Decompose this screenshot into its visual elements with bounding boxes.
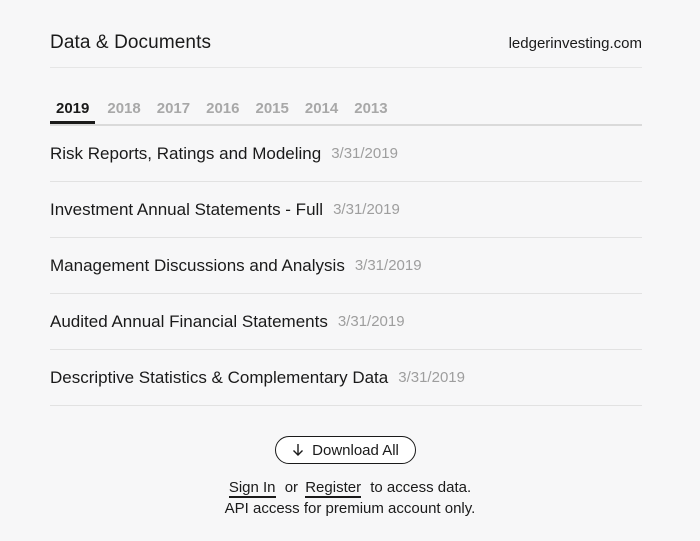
document-link[interactable]: Audited Annual Financial Statements: [50, 312, 328, 332]
api-note: API access for premium account only.: [224, 500, 476, 517]
document-row: Descriptive Statistics & Complementary D…: [50, 350, 642, 406]
document-link[interactable]: Risk Reports, Ratings and Modeling: [50, 144, 321, 164]
document-list: Risk Reports, Ratings and Modeling 3/31/…: [50, 126, 642, 406]
download-all-button[interactable]: Download All: [275, 436, 416, 464]
site-domain: ledgerinvesting.com: [508, 34, 642, 52]
document-row: Management Discussions and Analysis 3/31…: [50, 238, 642, 294]
document-date: 3/31/2019: [333, 201, 400, 218]
year-tabs: 2019 2018 2017 2016 2015 2014 2013: [50, 96, 642, 126]
document-link[interactable]: Descriptive Statistics & Complementary D…: [50, 368, 388, 388]
document-row: Investment Annual Statements - Full 3/31…: [50, 182, 642, 238]
document-date: 3/31/2019: [331, 145, 398, 162]
panel-header: Data & Documents ledgerinvesting.com: [50, 28, 642, 58]
document-link[interactable]: Management Discussions and Analysis: [50, 256, 345, 276]
document-date: 3/31/2019: [337, 313, 405, 330]
access-note: Sign In or Register to access data. API …: [0, 477, 700, 519]
download-all-label: Download All: [312, 441, 399, 459]
document-row: Risk Reports, Ratings and Modeling 3/31/…: [50, 126, 642, 182]
tab-2017[interactable]: 2017: [157, 96, 190, 124]
tab-2018[interactable]: 2018: [107, 96, 140, 124]
document-date: 3/31/2019: [354, 257, 422, 274]
tab-2016[interactable]: 2016: [206, 96, 239, 124]
tab-2019[interactable]: 2019: [50, 96, 96, 124]
access-suffix: to access data.: [370, 479, 472, 496]
document-row: Audited Annual Financial Statements 3/31…: [50, 294, 642, 350]
document-date: 3/31/2019: [398, 369, 465, 386]
tab-2014[interactable]: 2014: [305, 96, 338, 124]
data-documents-panel: Data & Documents ledgerinvesting.com 201…: [0, 0, 700, 541]
panel-title: Data & Documents: [50, 32, 212, 53]
tab-2013[interactable]: 2013: [354, 96, 387, 124]
document-link[interactable]: Investment Annual Statements - Full: [50, 200, 323, 220]
tab-2015[interactable]: 2015: [256, 96, 289, 124]
or-text: or: [284, 479, 299, 496]
register-link[interactable]: Register: [305, 479, 362, 498]
arrow-down-icon: [293, 444, 304, 456]
sign-in-link[interactable]: Sign In: [228, 479, 276, 498]
divider: [50, 67, 642, 68]
